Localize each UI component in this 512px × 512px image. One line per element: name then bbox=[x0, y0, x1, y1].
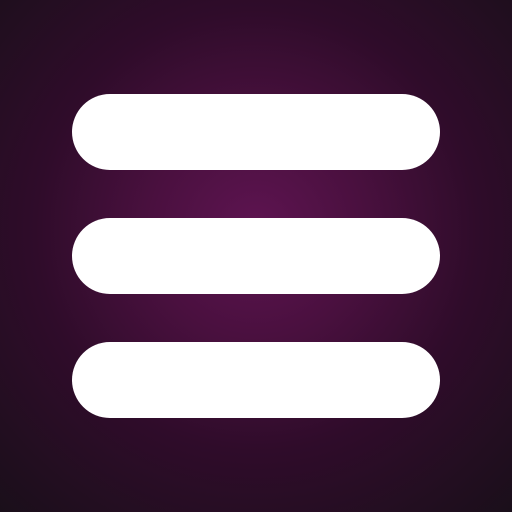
menu-bar-bottom bbox=[72, 342, 440, 418]
menu-bar-middle bbox=[72, 218, 440, 294]
hamburger-menu-icon[interactable] bbox=[0, 0, 512, 512]
menu-bar-top bbox=[72, 94, 440, 170]
